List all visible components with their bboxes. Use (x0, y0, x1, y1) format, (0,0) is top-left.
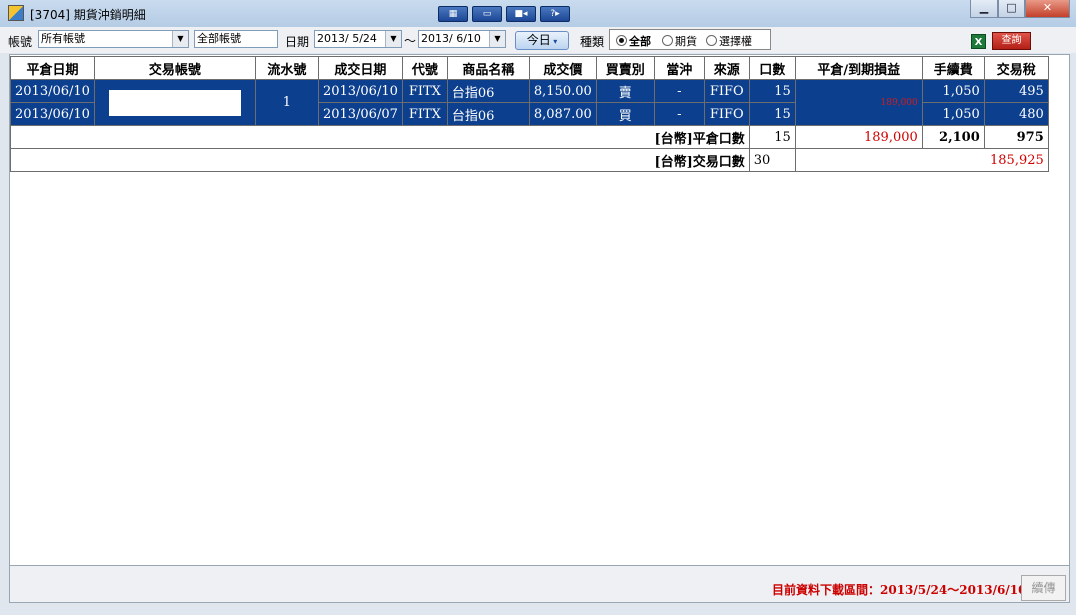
close-date-cell: 2013/06/10 (10, 102, 95, 126)
reload-button[interactable]: 續傳 (1021, 575, 1066, 601)
code-cell: FITX (401, 79, 448, 103)
video-icon[interactable]: ■◂ (506, 6, 536, 22)
qty-cell: 15 (748, 102, 796, 126)
account-redacted (108, 89, 241, 116)
side-cell: 賣 (595, 79, 655, 103)
column-header[interactable]: 手續費 (921, 56, 985, 80)
fee-cell: 1,050 (921, 102, 985, 126)
fee-cell: 1,050 (921, 79, 985, 103)
radio-type-futures[interactable]: 期貨 (662, 33, 697, 49)
account-name-field[interactable]: 全部帳號 (194, 30, 278, 48)
column-header[interactable]: 流水號 (254, 56, 319, 80)
query-button[interactable]: 查詢 (992, 32, 1031, 50)
column-header[interactable]: 平倉日期 (10, 56, 95, 80)
summary-label: [台幣]交易口數 (10, 148, 750, 172)
table-row[interactable]: 2013/06/10 1 2013/06/10 FITX 台指06 8,150.… (10, 79, 1049, 126)
product-cell: 台指06 (446, 102, 530, 126)
today-button-label: 今日 (526, 33, 551, 47)
window-tile-icon[interactable]: ▦ (438, 6, 468, 22)
minimize-button[interactable]: ▁ (970, 0, 998, 18)
help-icon[interactable]: ?▸ (540, 6, 570, 22)
close-date-cell: 2013/06/10 (10, 79, 95, 103)
summary-net: 185,925 (794, 148, 1049, 172)
radio-type-all[interactable]: 全部 (616, 33, 651, 49)
trade-account-cell (93, 79, 256, 126)
code-cell: FITX (401, 102, 448, 126)
column-header[interactable]: 成交日期 (317, 56, 403, 80)
chevron-down-icon: ▼ (385, 31, 401, 47)
column-header[interactable]: 交易稅 (983, 56, 1049, 80)
column-header[interactable]: 商品名稱 (446, 56, 530, 80)
download-range-text: 目前資料下載區間：2013/5/24～2013/6/10 (772, 583, 1027, 597)
serial-cell: 1 (254, 79, 319, 126)
radio-icon (662, 35, 673, 46)
app-icon (8, 5, 24, 21)
table-header-row: 平倉日期 交易帳號 流水號 成交日期 代號 商品名稱 成交價 買賣別 當沖 來源… (10, 56, 1049, 80)
summary-tax: 975 (983, 125, 1049, 149)
column-header[interactable]: 交易帳號 (93, 56, 256, 80)
column-header[interactable]: 來源 (703, 56, 750, 80)
radio-checked-icon (616, 35, 627, 46)
date-separator: ～ (404, 34, 417, 48)
product-cell: 台指06 (446, 79, 530, 103)
trade-date-cell: 2013/06/10 (317, 79, 403, 103)
window-title: [3704] 期貨沖銷明細 (30, 8, 146, 22)
side-cell: 買 (595, 102, 655, 126)
column-header[interactable]: 成交價 (528, 56, 597, 80)
close-button[interactable]: ✕ (1025, 0, 1070, 18)
column-header[interactable]: 當沖 (653, 56, 705, 80)
tax-cell: 495 (983, 79, 1049, 103)
summary-qty: 30 (748, 148, 796, 172)
source-cell: FIFO (703, 79, 750, 103)
daytrade-cell: - (653, 79, 705, 103)
maximize-button[interactable]: □ (998, 0, 1025, 18)
summary-pnl: 189,000 (794, 125, 923, 149)
type-label: 種類 (580, 35, 605, 49)
summary-qty: 15 (748, 125, 796, 149)
tax-cell: 480 (983, 102, 1049, 126)
source-cell: FIFO (703, 102, 750, 126)
date-from-value: 2013/ 5/24 (317, 32, 377, 45)
price-cell: 8,087.00 (528, 102, 597, 126)
summary-label: [台幣]平倉口數 (10, 125, 750, 149)
excel-export-icon[interactable]: X (971, 34, 986, 49)
date-from-picker[interactable]: 2013/ 5/24 ▼ (314, 30, 402, 48)
chevron-down-icon: ▼ (489, 31, 505, 47)
title-bar: [3704] 期貨沖銷明細 ▦ ▭ ■◂ ?▸ ▁ □ ✕ (0, 0, 1076, 27)
chevron-down-icon: ▼ (172, 31, 188, 47)
date-to-value: 2013/ 6/10 (421, 32, 481, 45)
column-header[interactable]: 代號 (401, 56, 448, 80)
summary-row-traded: [台幣]交易口數 30 185,925 (10, 148, 1049, 172)
trade-date-cell: 2013/06/07 (317, 102, 403, 126)
column-header[interactable]: 買賣別 (595, 56, 655, 80)
summary-fee: 2,100 (921, 125, 985, 149)
window-fit-icon[interactable]: ▭ (472, 6, 502, 22)
daytrade-cell: - (653, 102, 705, 126)
column-header[interactable]: 平倉/到期損益 (794, 56, 923, 80)
price-cell: 8,150.00 (528, 79, 597, 103)
radio-icon (706, 35, 717, 46)
account-select[interactable]: 所有帳號 ▼ (38, 30, 189, 48)
account-select-value: 所有帳號 (41, 32, 85, 45)
offset-detail-table: 平倉日期 交易帳號 流水號 成交日期 代號 商品名稱 成交價 買賣別 當沖 來源… (10, 56, 1049, 172)
dropdown-arrow-icon: ▾ (550, 37, 558, 46)
qty-cell: 15 (748, 79, 796, 103)
pnl-cell: 189,000 (794, 79, 923, 126)
summary-row-closed: [台幣]平倉口數 15 189,000 2,100 975 (10, 125, 1049, 149)
radio-type-options[interactable]: 選擇權 (706, 33, 752, 49)
date-to-picker[interactable]: 2013/ 6/10 ▼ (418, 30, 506, 48)
account-label: 帳號 (8, 35, 33, 49)
today-button[interactable]: 今日 ▾ (515, 31, 569, 50)
type-radio-group: 全部 期貨 選擇權 (609, 29, 771, 50)
date-label: 日期 (285, 35, 310, 49)
column-header[interactable]: 口數 (748, 56, 796, 80)
